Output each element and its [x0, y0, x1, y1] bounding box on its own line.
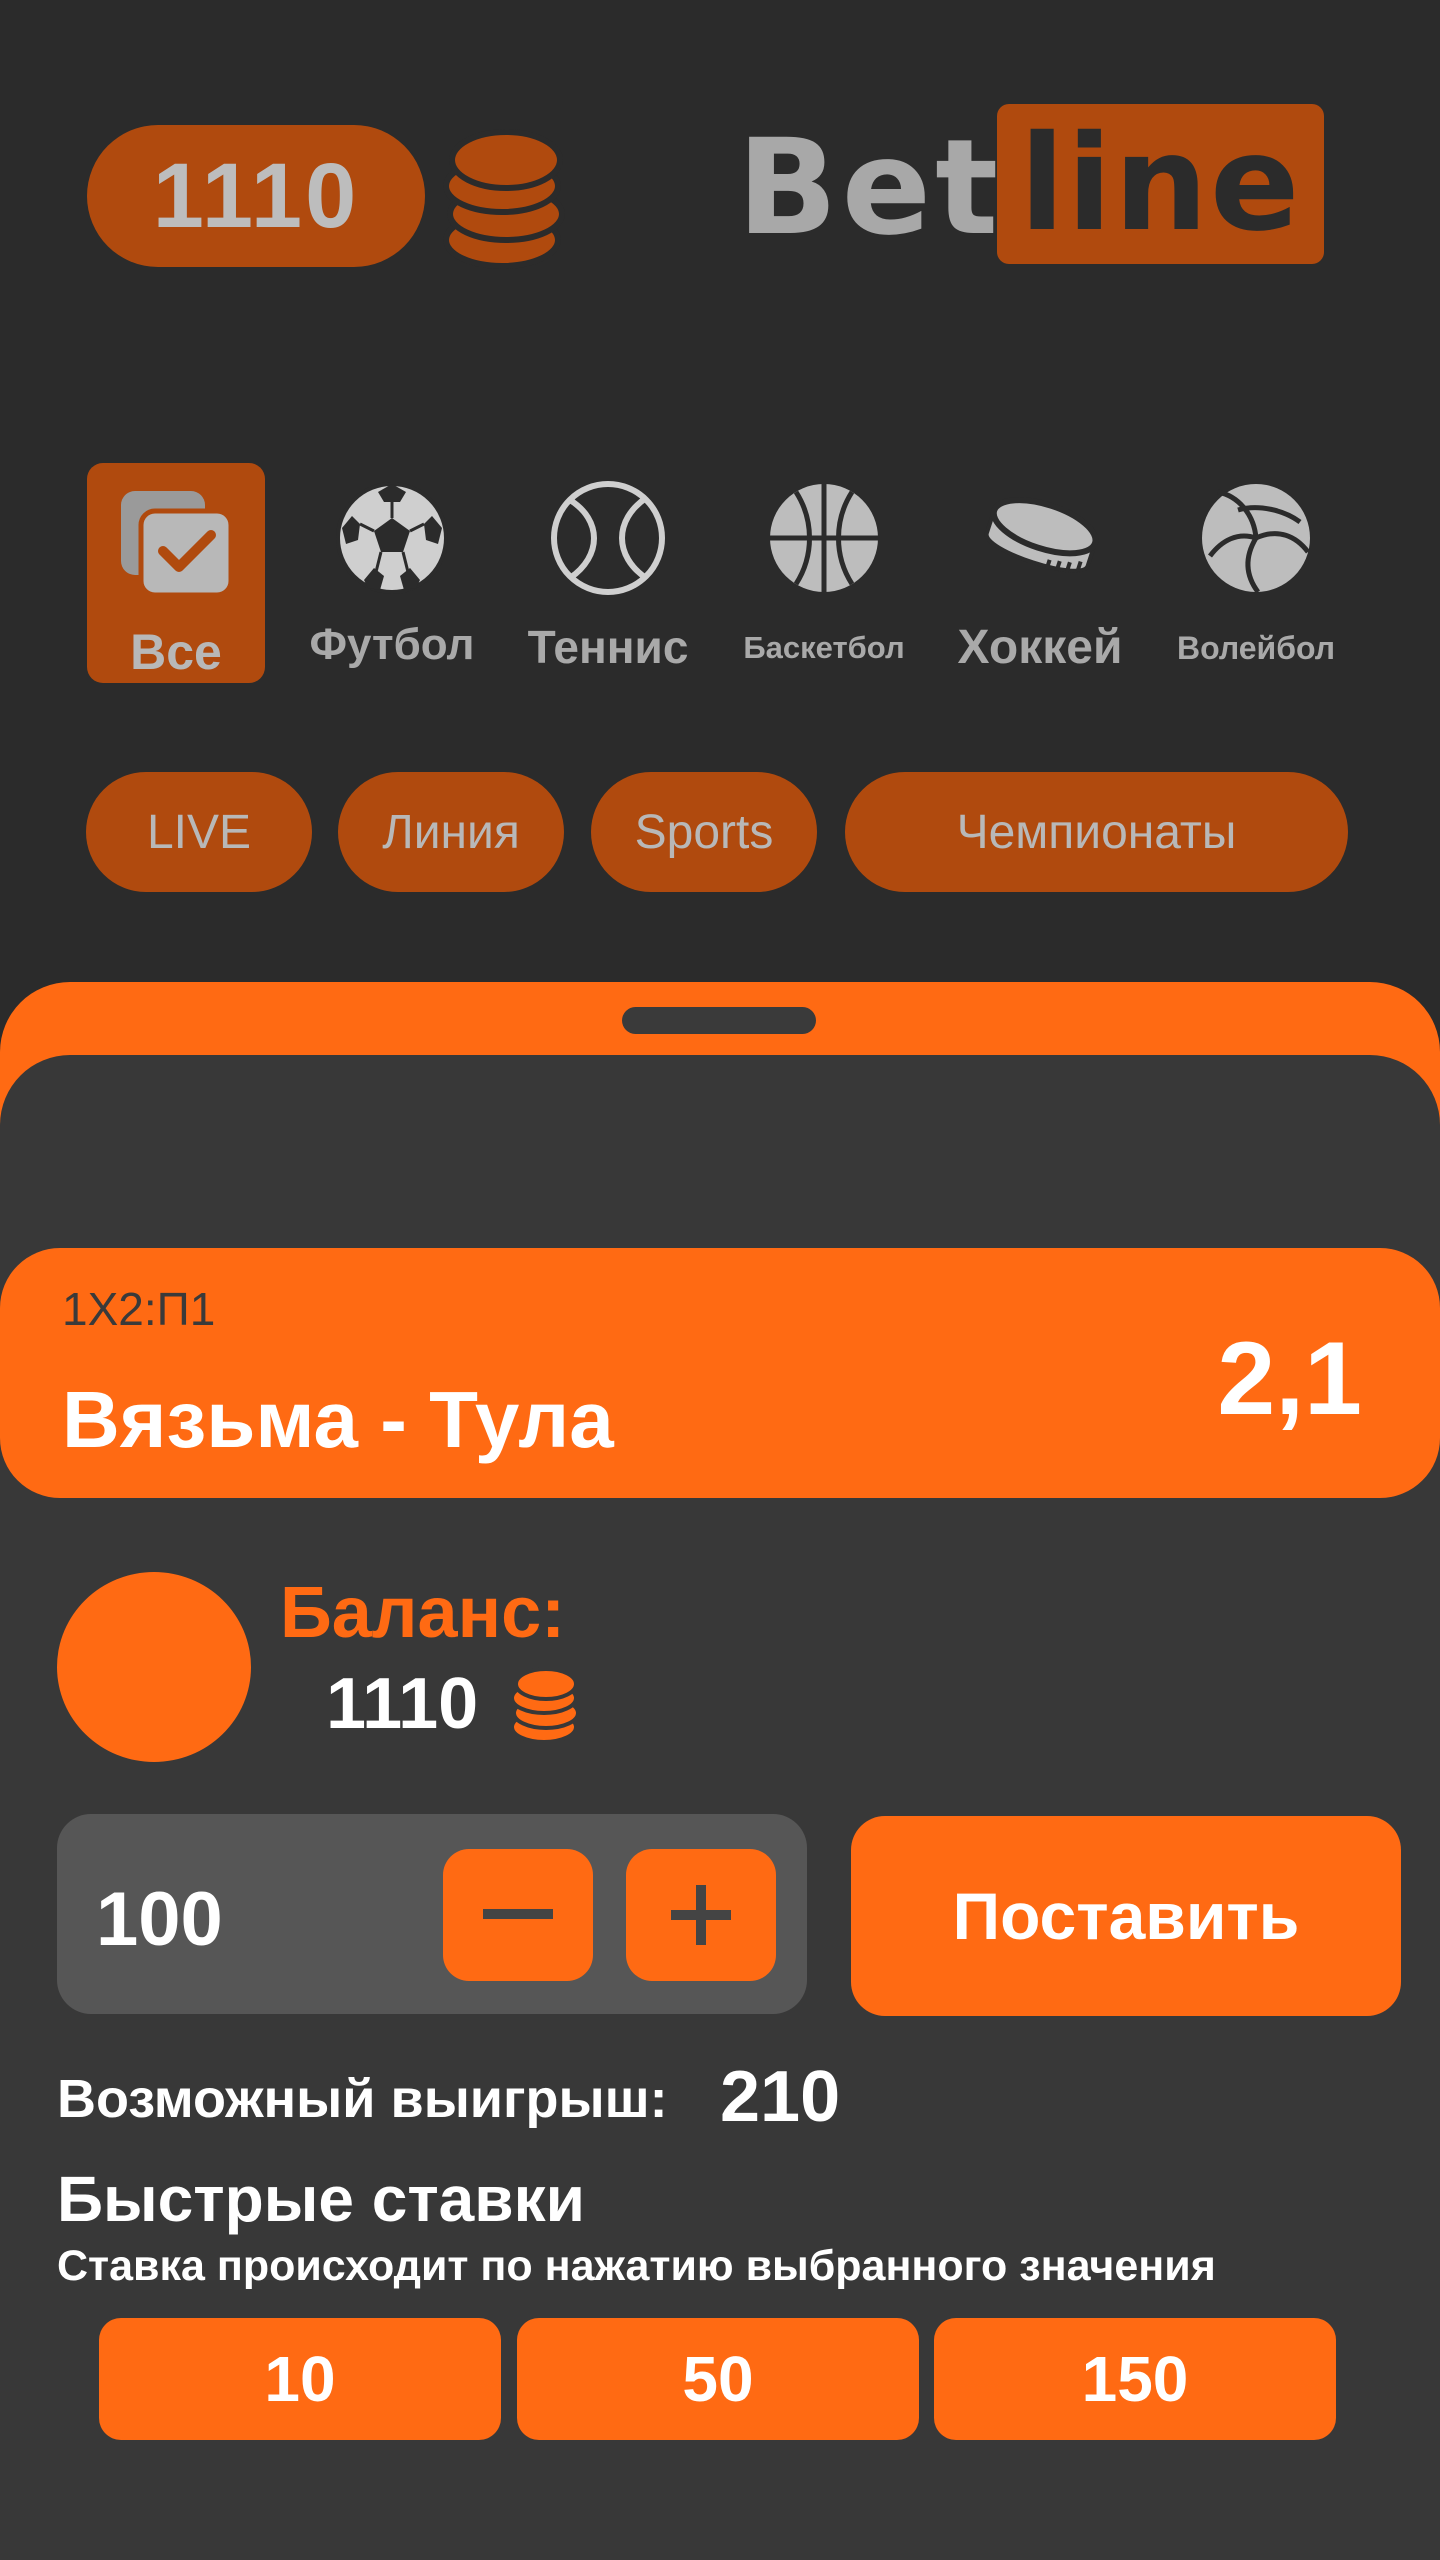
place-bet-button[interactable]: Поставить [851, 1816, 1401, 2016]
sport-tab-label: Теннис [527, 621, 689, 673]
bet-market-type: 1X2:П1 [62, 1283, 216, 1335]
soccer-ball-icon [336, 482, 448, 594]
quick-bets-subtitle: Ставка происходит по нажатию выбранного … [57, 2242, 1216, 2290]
balance-value: 1110 [326, 1664, 479, 1744]
filter-chip-label: Sports [634, 805, 774, 859]
quick-bet-label: 10 [264, 2343, 336, 2415]
volleyball-icon [1202, 484, 1310, 594]
sport-tab-all[interactable]: Все [87, 463, 265, 683]
filter-chip-sports[interactable]: Sports [591, 772, 817, 892]
sport-tab-label: Футбол [309, 620, 475, 669]
quick-bet-label: 150 [1081, 2343, 1189, 2415]
sport-tab-volleyball[interactable]: Волейбол [1148, 460, 1364, 690]
possible-win-label: Возможный выигрыш: [57, 2069, 668, 2129]
sport-tab-label: Волейбол [1176, 630, 1336, 666]
filter-chip-label: Чемпионаты [956, 805, 1237, 859]
bet-odd-value: 2,1 [1217, 1321, 1362, 1437]
sport-tab-label: Баскетбол [743, 630, 905, 665]
header-balance-pill[interactable]: 1110 [87, 125, 425, 267]
filter-chip-line[interactable]: Линия [338, 772, 564, 892]
stake-amount-input[interactable]: 100 [96, 1876, 223, 1963]
tennis-ball-icon [551, 481, 665, 595]
sport-tab-basketball[interactable]: Баскетбол [716, 460, 932, 690]
bet-match-name: Вязьма - Тула [62, 1375, 614, 1464]
filter-chip-label: LIVE [146, 805, 252, 859]
hockey-puck-icon [984, 497, 1099, 573]
basketball-icon [770, 484, 878, 592]
quick-bets-title: Быстрые ставки [57, 2163, 585, 2235]
filter-chip-live[interactable]: LIVE [86, 772, 312, 892]
sheet-drag-handle[interactable] [622, 1007, 816, 1034]
avatar [57, 1572, 251, 1762]
sport-tab-label: Все [130, 624, 222, 680]
sport-tab-tennis[interactable]: Теннис [500, 460, 716, 690]
quick-bet-button[interactable]: 50 [517, 2318, 919, 2440]
coins-stack-icon [508, 1665, 584, 1745]
sport-tab-football[interactable]: Футбол [284, 460, 500, 690]
header-balance-value: 1110 [152, 144, 360, 247]
plus-icon [671, 1885, 731, 1945]
filter-chip-label: Линия [382, 805, 520, 859]
filter-chip-championships[interactable]: Чемпионаты [845, 772, 1348, 892]
quick-bet-label: 50 [682, 2343, 754, 2415]
logo-bet-text: Bet [737, 111, 1003, 265]
checklist-icon [121, 491, 234, 598]
coins-stack-icon [440, 122, 570, 272]
increase-stake-button[interactable] [626, 1849, 776, 1981]
logo-line-text: line [1019, 107, 1302, 261]
sport-tab-hockey[interactable]: Хоккей [932, 460, 1148, 690]
quick-bet-button[interactable]: 10 [99, 2318, 501, 2440]
quick-bet-button[interactable]: 150 [934, 2318, 1336, 2440]
possible-win-value: 210 [720, 2057, 841, 2137]
place-bet-label: Поставить [952, 1879, 1300, 1953]
logo-line-box: line [997, 104, 1324, 264]
decrease-stake-button[interactable] [443, 1849, 593, 1981]
balance-label: Баланс: [280, 1573, 566, 1653]
minus-icon [483, 1909, 553, 1919]
sport-tab-label: Хоккей [957, 621, 1123, 674]
